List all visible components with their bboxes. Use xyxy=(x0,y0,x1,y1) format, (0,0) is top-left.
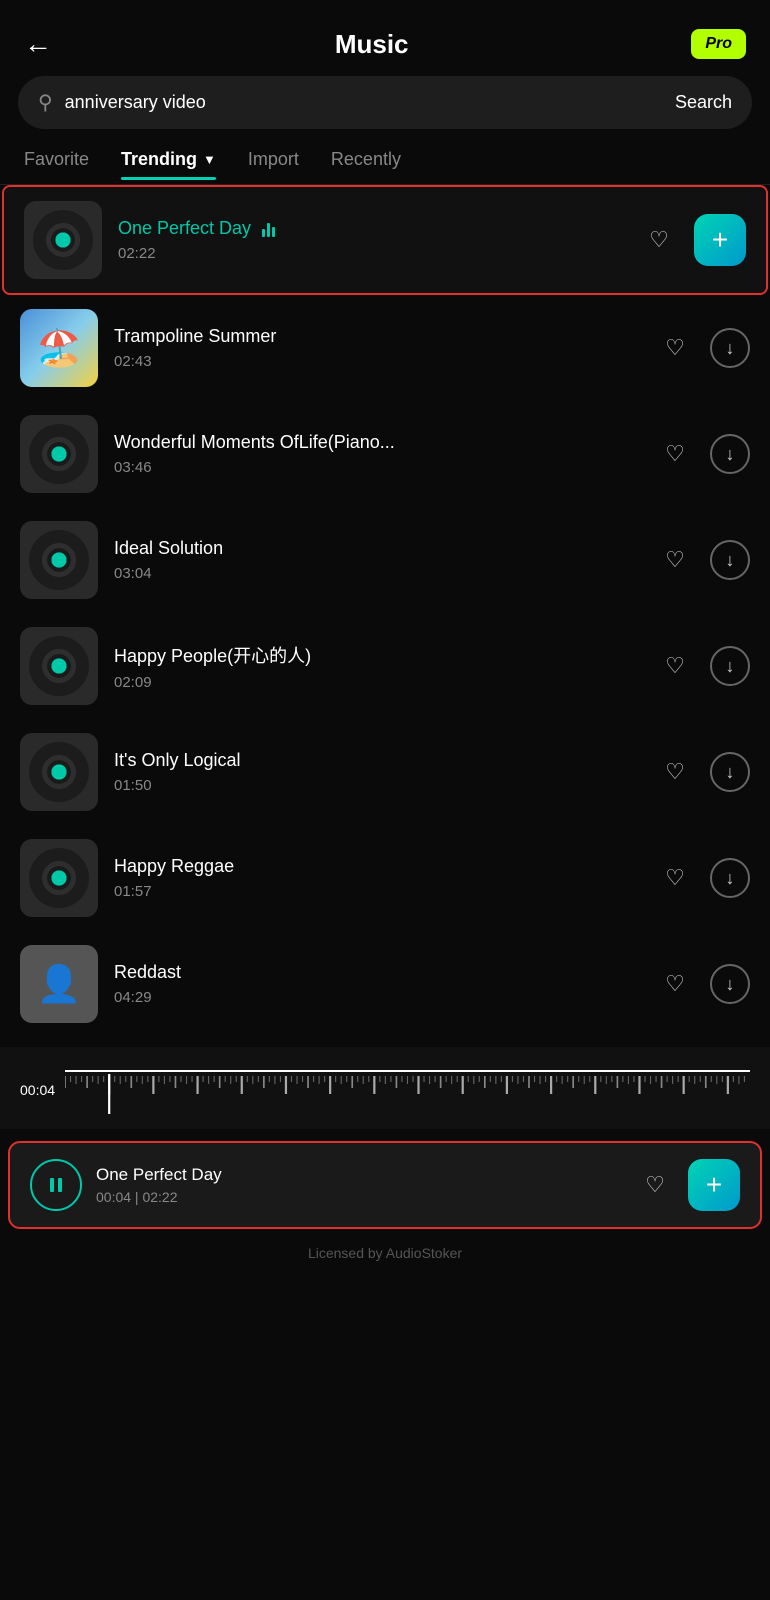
now-playing-add-button[interactable]: + xyxy=(688,1159,740,1211)
license-text: Licensed by AudioStoker xyxy=(308,1245,462,1261)
download-button[interactable]: ↓ xyxy=(710,328,750,368)
song-actions: ♡ ↓ xyxy=(656,752,750,792)
waveform-ticks xyxy=(65,1066,750,1114)
song-thumbnail xyxy=(20,733,98,811)
waveform-playhead xyxy=(65,1070,750,1072)
song-item[interactable]: It's Only Logical 01:50 ♡ ↓ xyxy=(0,719,770,825)
song-thumbnail xyxy=(20,415,98,493)
pro-badge[interactable]: Pro xyxy=(691,29,746,59)
song-actions: ♡ ↓ xyxy=(656,328,750,368)
song-duration: 03:46 xyxy=(114,459,640,476)
song-duration: 01:57 xyxy=(114,883,640,900)
song-title: Wonderful Moments OfLife(Piano... xyxy=(114,432,640,453)
song-title: Happy People(开心的人) xyxy=(114,642,640,668)
timeline-ruler[interactable]: 00:04 xyxy=(20,1065,750,1115)
now-playing-favorite-button[interactable]: ♡ xyxy=(636,1166,674,1204)
favorite-button[interactable]: ♡ xyxy=(656,859,694,897)
song-duration: 02:22 xyxy=(118,245,624,262)
song-item[interactable]: Trampoline Summer 02:43 ♡ ↓ xyxy=(0,295,770,401)
now-playing-bar: One Perfect Day 00:04 | 02:22 ♡ + xyxy=(8,1141,762,1229)
song-item[interactable]: Happy Reggae 01:57 ♡ ↓ xyxy=(0,825,770,931)
song-title: It's Only Logical xyxy=(114,750,640,771)
favorite-button[interactable]: ♡ xyxy=(656,965,694,1003)
tab-bar: Favorite Trending ▼ Import Recently xyxy=(0,149,770,180)
play-pause-button[interactable] xyxy=(30,1159,82,1211)
song-thumbnail xyxy=(20,309,98,387)
favorite-button[interactable]: ♡ xyxy=(656,753,694,791)
pause-icon xyxy=(45,1174,67,1196)
download-button[interactable]: ↓ xyxy=(710,964,750,1004)
tab-favorite[interactable]: Favorite xyxy=(24,149,89,180)
song-info: Happy People(开心的人) 02:09 xyxy=(114,642,640,691)
favorite-button[interactable]: ♡ xyxy=(656,541,694,579)
equalizer-icon xyxy=(262,221,275,237)
search-bar: ⚲ Search xyxy=(18,76,752,129)
song-actions: ♡ ↓ xyxy=(656,646,750,686)
song-item[interactable]: Wonderful Moments OfLife(Piano... 03:46 … xyxy=(0,401,770,507)
now-playing-info: One Perfect Day 00:04 | 02:22 xyxy=(96,1165,622,1205)
song-thumbnail xyxy=(20,945,98,1023)
tab-recently[interactable]: Recently xyxy=(331,149,401,180)
song-thumbnail xyxy=(20,839,98,917)
song-actions: ♡ ↓ xyxy=(656,434,750,474)
song-thumbnail xyxy=(24,201,102,279)
song-duration: 02:09 xyxy=(114,674,640,691)
favorite-button[interactable]: ♡ xyxy=(656,647,694,685)
add-button[interactable]: + xyxy=(694,214,746,266)
song-actions: ♡ ↓ xyxy=(656,964,750,1004)
download-button[interactable]: ↓ xyxy=(710,646,750,686)
now-playing-actions: ♡ + xyxy=(636,1159,740,1211)
song-info: Reddast 04:29 xyxy=(114,962,640,1006)
song-item[interactable]: Ideal Solution 03:04 ♡ ↓ xyxy=(0,507,770,613)
song-actions: ♡ + xyxy=(640,214,746,266)
song-thumbnail xyxy=(20,627,98,705)
favorite-button[interactable]: ♡ xyxy=(656,435,694,473)
favorite-button[interactable]: ♡ xyxy=(656,329,694,367)
song-info: It's Only Logical 01:50 xyxy=(114,750,640,794)
timeline-timestamp: 00:04 xyxy=(20,1082,55,1098)
song-title: Ideal Solution xyxy=(114,538,640,559)
song-item[interactable]: Happy People(开心的人) 02:09 ♡ ↓ xyxy=(0,613,770,719)
favorite-button[interactable]: ♡ xyxy=(640,221,678,259)
tab-import[interactable]: Import xyxy=(248,149,299,180)
song-title: Trampoline Summer xyxy=(114,326,640,347)
search-icon: ⚲ xyxy=(38,90,53,115)
page-title: Music xyxy=(335,29,409,60)
download-button[interactable]: ↓ xyxy=(710,858,750,898)
song-actions: ♡ ↓ xyxy=(656,540,750,580)
song-info: One Perfect Day 02:22 xyxy=(118,218,624,262)
download-button[interactable]: ↓ xyxy=(710,434,750,474)
header: ← Music Pro xyxy=(0,0,770,76)
search-input[interactable] xyxy=(65,92,663,113)
song-info: Wonderful Moments OfLife(Piano... 03:46 xyxy=(114,432,640,476)
back-button[interactable]: ← xyxy=(24,28,52,60)
song-list: One Perfect Day 02:22 ♡ + Trampoline Sum… xyxy=(0,185,770,1037)
waveform-svg xyxy=(65,1074,750,1114)
song-duration: 02:43 xyxy=(114,353,640,370)
tab-trending-label: Trending xyxy=(121,149,197,170)
tab-trending[interactable]: Trending ▼ xyxy=(121,149,216,180)
waveform[interactable] xyxy=(65,1066,750,1114)
song-item[interactable]: Reddast 04:29 ♡ ↓ xyxy=(0,931,770,1037)
song-title: Reddast xyxy=(114,962,640,983)
download-button[interactable]: ↓ xyxy=(710,752,750,792)
song-info: Happy Reggae 01:57 xyxy=(114,856,640,900)
chevron-down-icon: ▼ xyxy=(203,152,216,167)
song-info: Trampoline Summer 02:43 xyxy=(114,326,640,370)
now-playing-time: 00:04 | 02:22 xyxy=(96,1189,622,1205)
song-info: Ideal Solution 03:04 xyxy=(114,538,640,582)
song-duration: 03:04 xyxy=(114,565,640,582)
song-actions: ♡ ↓ xyxy=(656,858,750,898)
song-duration: 04:29 xyxy=(114,989,640,1006)
song-thumbnail xyxy=(20,521,98,599)
search-button[interactable]: Search xyxy=(675,92,732,113)
download-button[interactable]: ↓ xyxy=(710,540,750,580)
footer-license: Licensed by AudioStoker xyxy=(0,1229,770,1277)
song-item[interactable]: One Perfect Day 02:22 ♡ + xyxy=(2,185,768,295)
timeline-area[interactable]: 00:04 xyxy=(0,1047,770,1129)
song-title: One Perfect Day xyxy=(118,218,624,239)
now-playing-title: One Perfect Day xyxy=(96,1165,622,1185)
song-title: Happy Reggae xyxy=(114,856,640,877)
song-duration: 01:50 xyxy=(114,777,640,794)
